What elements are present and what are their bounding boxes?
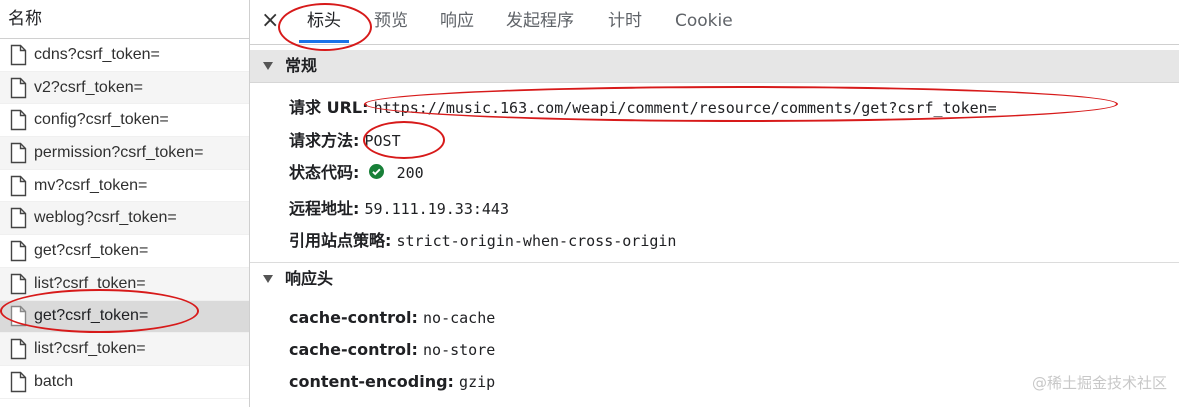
- status-code-label: 状态代码:: [289, 163, 360, 182]
- request-method-label: 请求方法:: [289, 131, 360, 150]
- request-item[interactable]: mv?csrf_token=: [0, 170, 249, 203]
- request-item-selected[interactable]: get?csrf_token=: [0, 300, 249, 334]
- request-item-label: get?csrf_token=: [34, 307, 149, 325]
- file-icon: [10, 110, 27, 131]
- status-code-value[interactable]: 200: [397, 164, 424, 182]
- response-header-row: cache-control: no-cache: [289, 308, 495, 327]
- file-icon: [10, 44, 27, 66]
- request-method-value[interactable]: POST: [365, 132, 401, 150]
- watermark: @稀土掘金技术社区: [1031, 374, 1167, 392]
- request-item[interactable]: list?csrf_token=: [0, 333, 249, 366]
- expand-triangle-icon: [263, 62, 273, 70]
- request-item-label: weblog?csrf_token=: [34, 209, 177, 227]
- tab-headers[interactable]: 标头: [299, 0, 349, 43]
- request-item[interactable]: batch: [0, 366, 249, 399]
- file-icon: [10, 306, 27, 327]
- file-icon: [10, 338, 27, 360]
- request-item-label: mv?csrf_token=: [34, 176, 148, 194]
- file-icon: [10, 175, 27, 196]
- request-item-label: cdns?csrf_token=: [34, 45, 160, 63]
- request-item[interactable]: list?csrf_token=: [0, 267, 249, 301]
- tab-preview[interactable]: 预览: [374, 0, 408, 42]
- request-details-panel: × 标头 预览 响应 发起程序 计时 Cookie 常规 请求 URL: htt…: [250, 0, 1179, 407]
- response-header-key: content-encoding:: [289, 372, 454, 391]
- tab-initiator[interactable]: 发起程序: [506, 0, 574, 42]
- response-header-value[interactable]: no-store: [423, 341, 495, 359]
- check-circle-icon: [368, 164, 384, 179]
- request-item-label: v2?csrf_token=: [34, 78, 143, 96]
- request-item-label: batch: [34, 372, 74, 390]
- file-icon: [10, 273, 27, 294]
- remote-address-label: 远程地址:: [289, 199, 360, 218]
- request-item[interactable]: cdns?csrf_token=: [0, 39, 249, 72]
- request-item-label: list?csrf_token=: [34, 274, 146, 292]
- name-column-header[interactable]: 名称: [0, 0, 249, 39]
- referrer-policy-label: 引用站点策略:: [289, 231, 392, 250]
- request-item-label: config?csrf_token=: [34, 111, 169, 129]
- request-list-panel: 名称 cdns?csrf_token= v2?csrf_token= confi…: [0, 0, 250, 407]
- request-item[interactable]: v2?csrf_token=: [0, 71, 249, 105]
- close-icon[interactable]: ×: [261, 10, 283, 32]
- remote-address-value[interactable]: 59.111.19.33:443: [365, 200, 510, 218]
- response-header-row: cache-control: no-store: [289, 340, 495, 359]
- response-header-row: content-encoding: gzip: [289, 372, 495, 391]
- request-item-label: get?csrf_token=: [34, 241, 149, 259]
- tab-timing[interactable]: 计时: [608, 0, 642, 42]
- file-icon: [10, 142, 27, 164]
- response-header-value[interactable]: gzip: [459, 373, 495, 391]
- response-headers-section-title: 响应头: [285, 269, 334, 288]
- file-icon: [10, 77, 27, 98]
- status-code-row: 状态代码: 200: [289, 159, 424, 183]
- request-method-row: 请求方法: POST: [289, 127, 401, 151]
- request-url-label: 请求 URL:: [289, 98, 369, 117]
- request-list: cdns?csrf_token= v2?csrf_token= config?c…: [0, 39, 249, 399]
- request-item-label: list?csrf_token=: [34, 340, 146, 358]
- general-section-header[interactable]: 常规: [250, 50, 1179, 83]
- request-url-row: 请求 URL: https://music.163.com/weapi/comm…: [289, 94, 997, 118]
- response-headers-section-header[interactable]: 响应头: [250, 262, 1179, 295]
- general-section-title: 常规: [285, 56, 318, 75]
- response-header-value[interactable]: no-cache: [423, 309, 495, 327]
- details-tab-bar: × 标头 预览 响应 发起程序 计时 Cookie: [250, 0, 1179, 51]
- response-header-key: cache-control:: [289, 308, 418, 327]
- response-header-key: cache-control:: [289, 340, 418, 359]
- file-icon: [10, 240, 27, 262]
- tab-cookies[interactable]: Cookie: [675, 0, 733, 42]
- file-icon: [10, 208, 27, 229]
- request-url-value[interactable]: https://music.163.com/weapi/comment/reso…: [374, 99, 997, 117]
- file-icon: [10, 371, 27, 392]
- referrer-policy-value[interactable]: strict-origin-when-cross-origin: [397, 232, 677, 250]
- request-item[interactable]: config?csrf_token=: [0, 104, 249, 138]
- request-item[interactable]: get?csrf_token=: [0, 235, 249, 268]
- request-item-label: permission?csrf_token=: [34, 143, 204, 161]
- referrer-policy-row: 引用站点策略: strict-origin-when-cross-origin: [289, 227, 676, 251]
- expand-triangle-icon: [263, 275, 273, 283]
- remote-address-row: 远程地址: 59.111.19.33:443: [289, 195, 509, 219]
- request-item[interactable]: permission?csrf_token=: [0, 137, 249, 170]
- request-item[interactable]: weblog?csrf_token=: [0, 202, 249, 236]
- tab-response[interactable]: 响应: [440, 0, 474, 42]
